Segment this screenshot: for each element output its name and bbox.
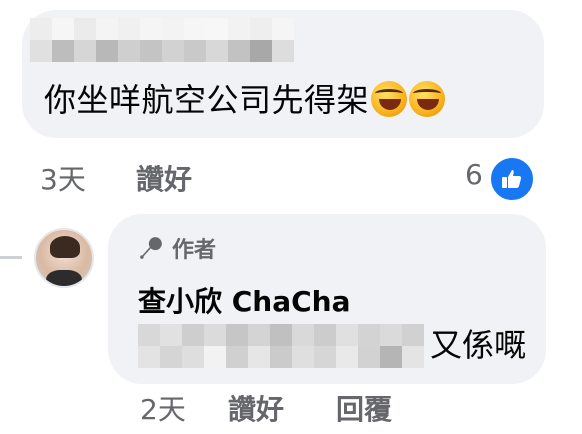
comment-timestamp[interactable]: 3天 [40,158,86,198]
reply-timestamp[interactable]: 2天 [140,388,186,428]
like-button[interactable]: 讚好 [228,388,284,428]
author-badge: 作者 [138,232,216,264]
rolling-laughing-emoji-icon [371,81,408,117]
reaction-count[interactable]: 6 [465,158,483,191]
like-button[interactable]: 讚好 [136,158,192,198]
reply-text-tail: 又係嘅 [430,326,527,364]
thumbs-up-icon[interactable] [488,155,536,203]
thread-connector [0,256,22,259]
redacted-reply-text [138,324,424,368]
reply-button[interactable]: 回覆 [336,388,392,428]
comment-text: 你坐咩航空公司先得架 [44,80,446,120]
comment-body: 你坐咩航空公司先得架 [44,81,370,119]
author-badge-label: 作者 [172,238,217,263]
redacted-author-name [30,18,294,62]
microphone-icon [140,237,162,259]
author-name[interactable]: 查小欣 ChaCha [138,280,351,320]
avatar[interactable] [34,228,94,288]
rolling-laughing-emoji-icon [409,81,446,117]
